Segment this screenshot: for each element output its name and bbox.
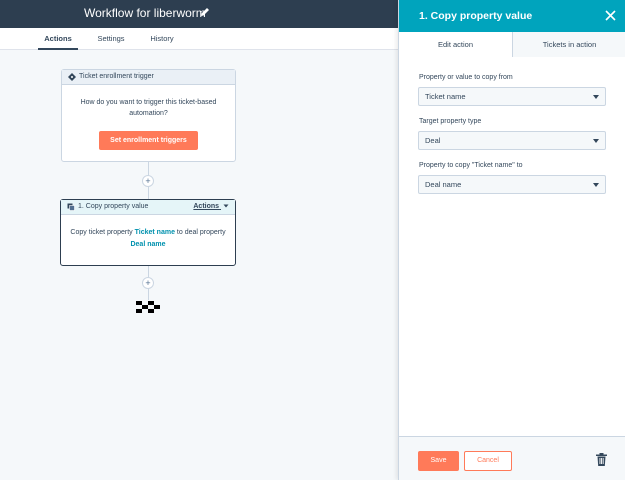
- pencil-icon[interactable]: [199, 6, 211, 18]
- plus-icon[interactable]: +: [142, 175, 154, 187]
- set-enrollment-triggers-button[interactable]: Set enrollment triggers: [99, 131, 198, 150]
- save-button[interactable]: Save: [418, 451, 459, 471]
- copy-to-property-label: Property to copy "Ticket name" to: [419, 162, 523, 169]
- action-text-middle: to deal property: [176, 229, 226, 236]
- trigger-card-header: Ticket enrollment trigger: [62, 70, 235, 85]
- action-card-header: 1. Copy property value Actions: [61, 200, 235, 215]
- source-property-name: Ticket name: [134, 229, 175, 236]
- caret-down-icon: [593, 139, 599, 143]
- action-card-title: 1. Copy property value: [78, 203, 149, 210]
- actions-dropdown-label: Actions: [193, 203, 220, 210]
- copy-from-label: Property or value to copy from: [419, 74, 513, 81]
- copy-to-property-value: Deal name: [425, 180, 462, 189]
- tab-actions[interactable]: Actions: [38, 28, 78, 50]
- copy-icon: [67, 203, 75, 211]
- tab-settings[interactable]: Settings: [96, 28, 126, 50]
- target-property-name: Deal name: [130, 241, 166, 248]
- workflow-tabs: Actions Settings History: [0, 28, 398, 50]
- tab-history[interactable]: History: [148, 28, 176, 50]
- caret-down-icon: [593, 95, 599, 99]
- copy-to-property-select[interactable]: Deal name: [418, 175, 606, 194]
- cancel-button[interactable]: Cancel: [464, 451, 512, 471]
- ticket-icon: [68, 73, 76, 81]
- plus-icon[interactable]: +: [142, 277, 154, 289]
- workflow-title[interactable]: Workflow for liberworm: [84, 6, 206, 20]
- copy-from-select[interactable]: Ticket name: [418, 87, 606, 106]
- tab-tickets-in-action[interactable]: Tickets in action: [512, 32, 625, 57]
- tab-edit-action[interactable]: Edit action: [399, 32, 512, 57]
- edit-action-panel: 1. Copy property value Edit action Ticke…: [398, 0, 625, 480]
- trash-icon[interactable]: [596, 453, 607, 466]
- action-description: Copy ticket property Ticket name to deal…: [69, 227, 227, 251]
- target-property-type-label: Target property type: [419, 118, 482, 125]
- finish-flag-icon: [136, 301, 160, 313]
- workflow-top-bar: Workflow for liberworm: [0, 0, 398, 28]
- panel-footer: Save Cancel: [399, 436, 625, 480]
- chevron-down-icon: [223, 204, 229, 208]
- trigger-description: How do you want to trigger this ticket-b…: [80, 99, 217, 117]
- trigger-card-title: Ticket enrollment trigger: [79, 73, 154, 80]
- panel-title: 1. Copy property value: [419, 10, 533, 22]
- actions-dropdown[interactable]: Actions: [193, 200, 229, 214]
- target-property-type-value: Deal: [425, 136, 441, 145]
- copy-from-value: Ticket name: [425, 92, 466, 101]
- target-property-type-select[interactable]: Deal: [418, 131, 606, 150]
- copy-property-action-card[interactable]: 1. Copy property value Actions Copy tick…: [60, 199, 236, 266]
- panel-tabs: Edit action Tickets in action: [399, 32, 625, 57]
- panel-header: 1. Copy property value: [399, 0, 625, 32]
- action-text-prefix: Copy ticket property: [70, 229, 133, 236]
- caret-down-icon: [593, 183, 599, 187]
- enrollment-trigger-card[interactable]: Ticket enrollment trigger How do you wan…: [61, 69, 236, 162]
- close-icon[interactable]: [604, 9, 617, 22]
